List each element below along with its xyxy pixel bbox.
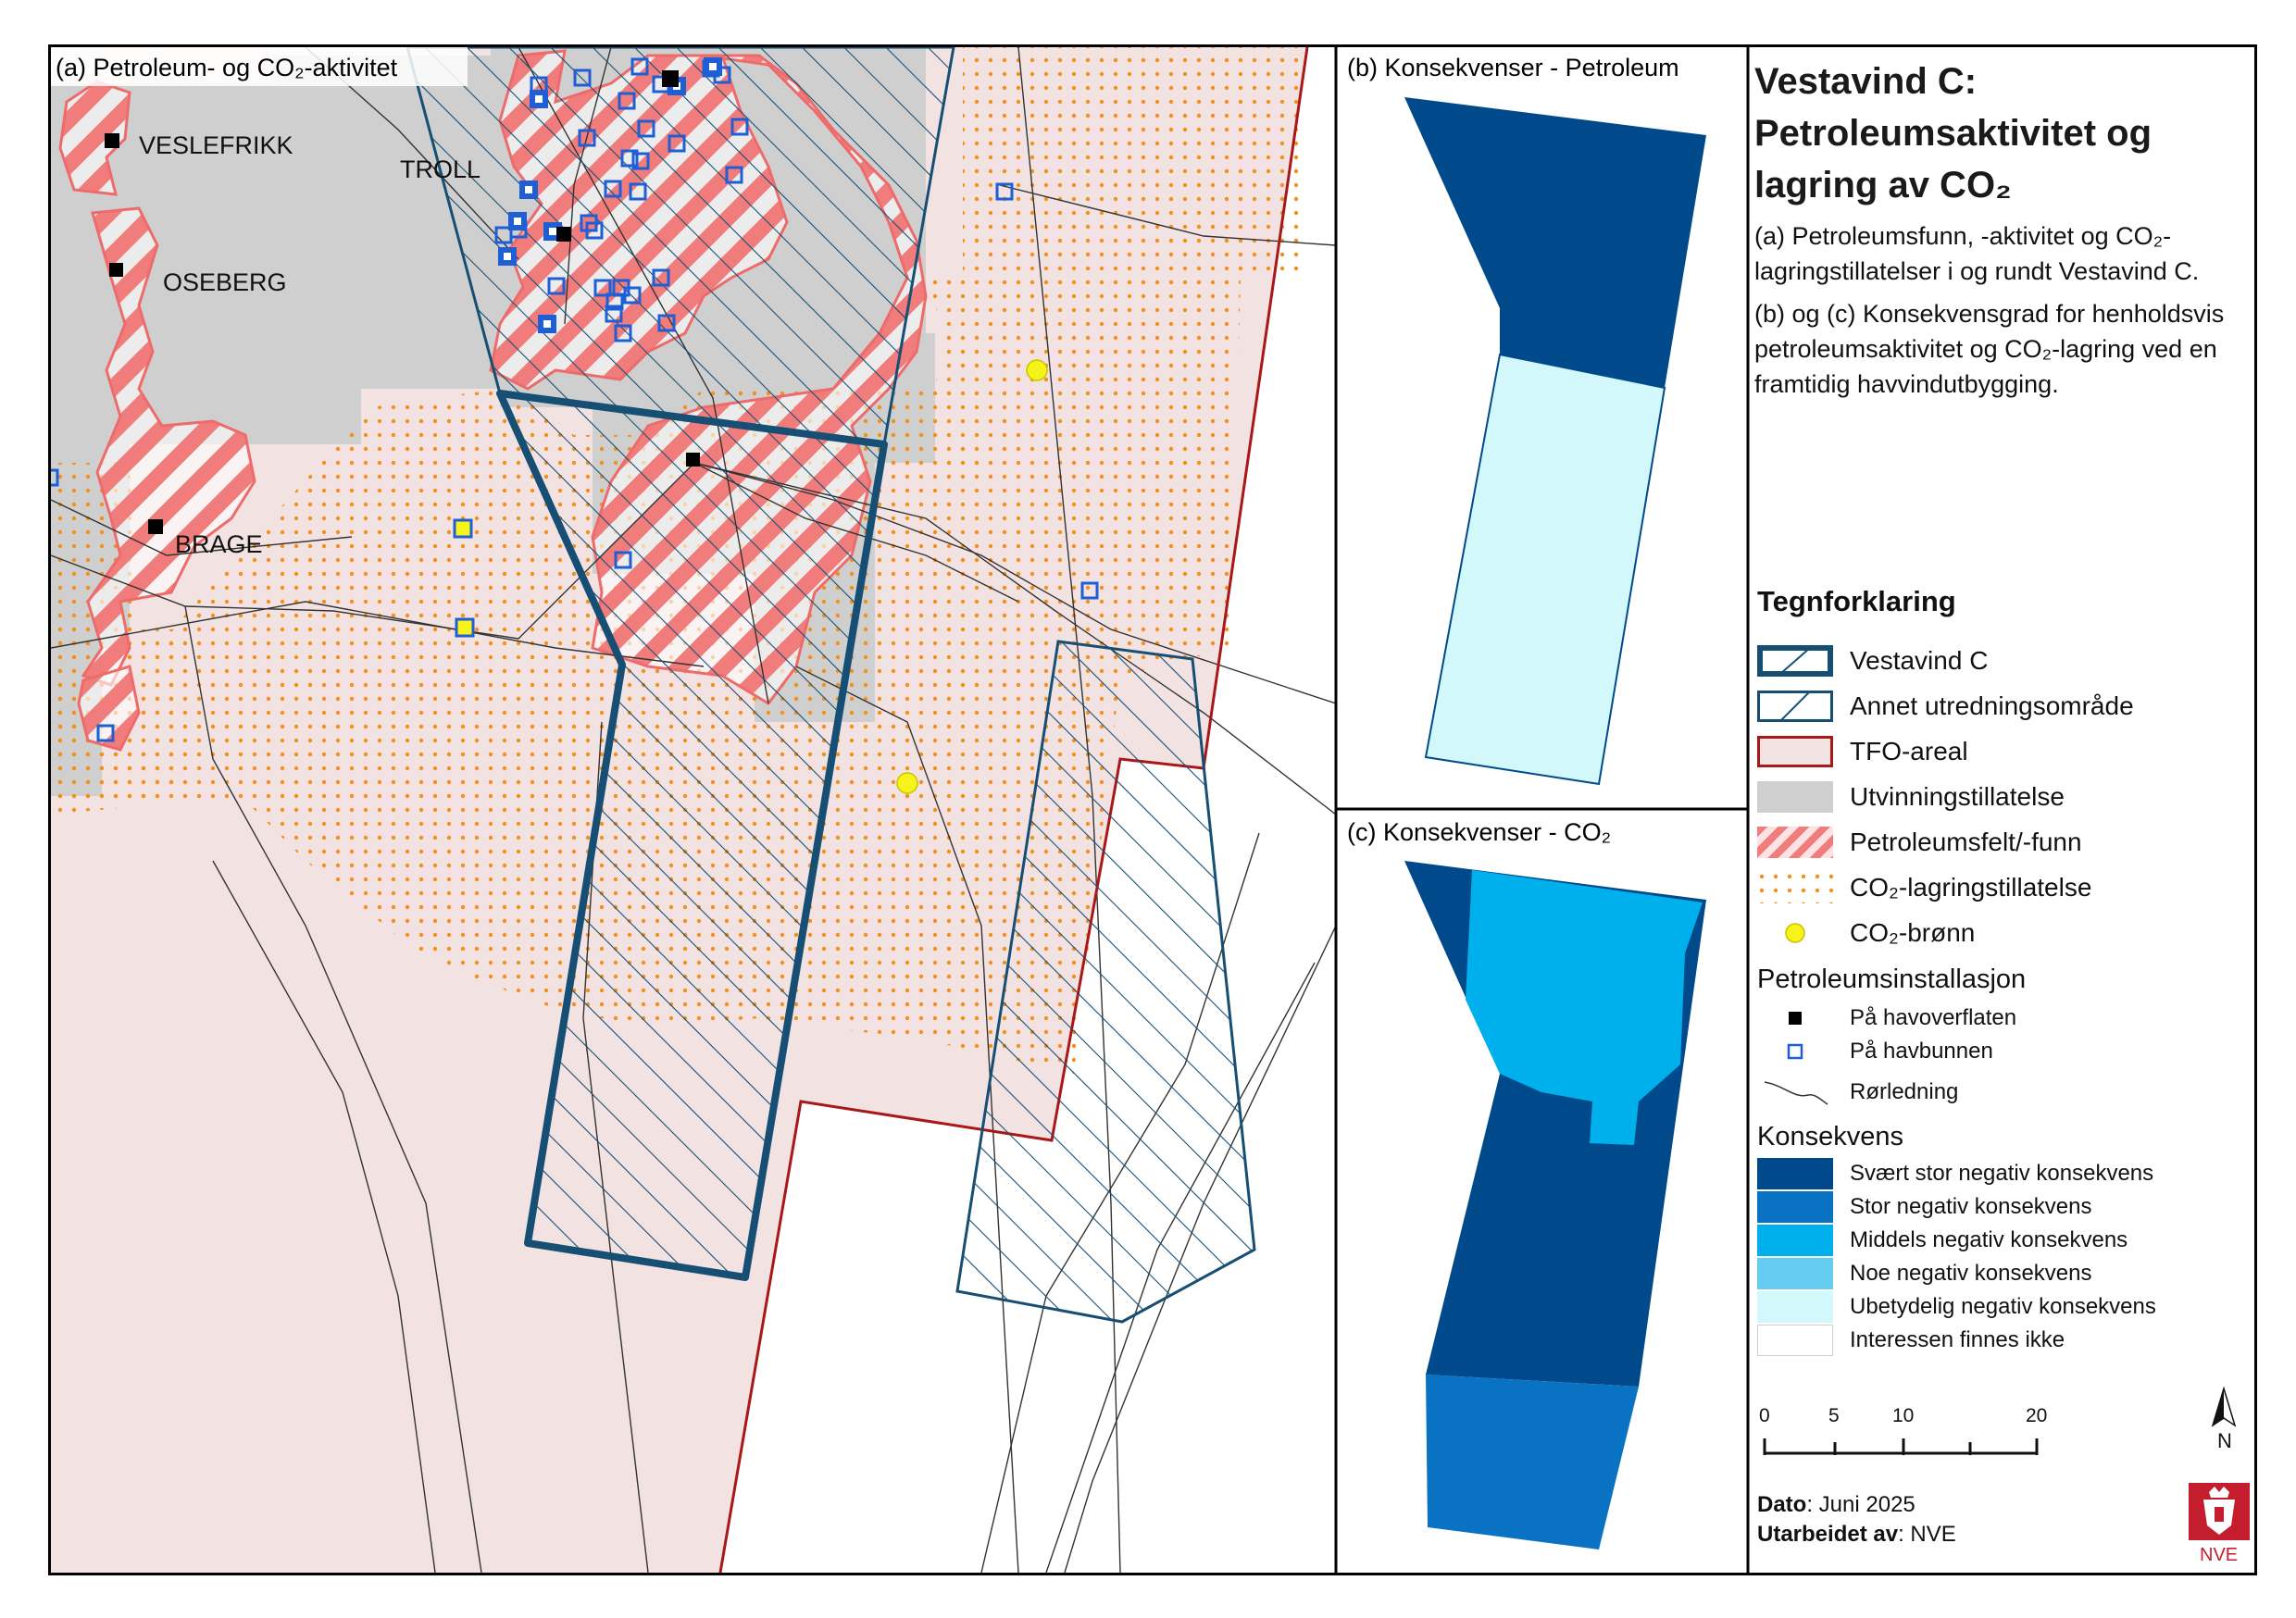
label-troll: TROLL <box>400 156 480 183</box>
map-panel-b: (b) Konsekvenser - Petroleum <box>1347 54 1706 786</box>
legend-label-co2bronn: CO₂-brønn <box>1850 918 1976 947</box>
troll-platform-b <box>556 227 571 242</box>
label-brage: BRAGE <box>175 530 263 558</box>
co2lagring-symbol-icon <box>1757 872 1833 903</box>
map-panel-c: (c) Konsekvenser - CO₂ <box>1347 818 1706 1550</box>
legend-item-co2lagring: CO₂-lagringstillatelse <box>1757 871 2091 904</box>
legend-item-petroleum: Petroleumsfelt/-funn <box>1757 826 2082 859</box>
utvinning-symbol-icon <box>1757 781 1833 813</box>
konsekvens-swatch <box>1757 1325 1833 1356</box>
legend-item-tfo: TFO-areal <box>1757 735 1968 768</box>
vestavind-symbol-icon <box>1757 645 1833 677</box>
petroleum-consequence-negligible <box>1424 353 1666 786</box>
panel-a-label: (a) Petroleum- og CO₂-aktivitet <box>56 54 398 81</box>
troll-platform-c <box>686 453 700 467</box>
legend-label-surface: På havoverflaten <box>1850 1005 2017 1030</box>
meta-date-label: Dato <box>1757 1492 1807 1517</box>
legend-label-annet: Annet utredningsområde <box>1850 691 2134 720</box>
legend-item-vestavind: Vestavind C <box>1757 644 1988 678</box>
scale-tick-20: 20 km <box>2026 1405 2053 1426</box>
meta-author: Utarbeidet av: NVE <box>1757 1522 1956 1548</box>
legend-label-konsekvens-3: Middels negativ konsekvens <box>1850 1227 2128 1252</box>
north-arrow-label: N <box>2217 1429 2232 1451</box>
legend-label-konsekvens-4: Noe negativ konsekvens <box>1850 1261 2092 1286</box>
legend-title: Tegnforklaring <box>1757 585 1956 617</box>
konsekvens-swatch <box>1757 1158 1833 1189</box>
troll-platform-a <box>662 70 679 87</box>
legend-item-konsekvens-6: Interessen finnes ikke <box>1757 1324 2065 1357</box>
description-a: (a) Petroleumsfunn, -aktivitet og CO₂-la… <box>1754 222 2200 285</box>
legend-item-konsekvens-1: Svært stor negativ konsekvens <box>1757 1157 2153 1190</box>
konsekvens-swatch <box>1757 1291 1833 1323</box>
legend-label-utvinning: Utvinningstillatelse <box>1850 782 2065 811</box>
legend-item-annet: Annet utredningsområde <box>1757 690 2134 723</box>
legend-label-konsekvens-5: Ubetydelig negativ konsekvens <box>1850 1294 2156 1319</box>
legend-konsekvens-heading: Konsekvens <box>1757 1122 1903 1151</box>
label-oseberg: OSEBERG <box>163 268 287 296</box>
legend-label-petroleum: Petroleumsfelt/-funn <box>1850 828 2082 856</box>
nve-logo-icon: NVE <box>2189 1483 2250 1565</box>
co2bronn-symbol-icon <box>1785 923 1805 943</box>
konsekvens-swatch <box>1757 1258 1833 1289</box>
co2-consequence-high <box>1426 1375 1639 1550</box>
veslefrikk-platform <box>105 133 119 148</box>
title-line-3: lagring av CO₂ <box>1754 165 2012 205</box>
legend-installasjon-heading: Petroleumsinstallasjon <box>1757 965 2027 994</box>
scale-tick-0: 0 <box>1759 1405 1770 1426</box>
legend-label-konsekvens-2: Stor negativ konsekvens <box>1850 1194 2092 1219</box>
pipeline-line-icon <box>1764 1081 1828 1105</box>
title-line-2: Petroleumsaktivitet og <box>1754 113 2152 154</box>
scale-tick-10: 10 <box>1892 1405 1914 1426</box>
brage-platform <box>148 519 163 534</box>
meta-author-value: : NVE <box>1898 1522 1956 1547</box>
scale-tick-5: 5 <box>1828 1405 1840 1426</box>
legend-item-konsekvens-5: Ubetydelig negativ konsekvens <box>1757 1290 2156 1324</box>
legend-label-pipeline: Rørledning <box>1850 1079 1959 1104</box>
legend-item-pipeline: Rørledning <box>1757 1076 1958 1109</box>
legend-label-konsekvens-6: Interessen finnes ikke <box>1850 1327 2065 1352</box>
nve-logo-text: NVE <box>2200 1545 2238 1565</box>
meta-date-value: : Juni 2025 <box>1806 1492 1915 1517</box>
legend-item-seabed: På havbunnen <box>1757 1035 1993 1068</box>
map-title: Vestavind C: Petroleumsaktivitet og lagr… <box>1754 56 2254 211</box>
label-veslefrikk: VESLEFRIKK <box>139 131 293 159</box>
konsekvens-swatch <box>1757 1191 1833 1223</box>
legend-item-co2bronn: CO₂-brønn <box>1757 916 1975 950</box>
black-square-icon <box>1789 1012 1802 1025</box>
legend-label-seabed: På havbunnen <box>1850 1039 1993 1064</box>
panel-c-label: (c) Konsekvenser - CO₂ <box>1347 818 1611 846</box>
oseberg-platform <box>109 263 123 277</box>
legend-label-vestavind: Vestavind C <box>1850 646 1989 675</box>
meta-author-label: Utarbeidet av <box>1757 1522 1899 1547</box>
tfo-symbol-icon <box>1757 736 1833 767</box>
scale-bar: 0 5 10 20 km <box>1759 1405 2053 1455</box>
map-panel-a: VESLEFRIKK OSEBERG BRAGE TROLL (a) Petro… <box>51 47 1336 1573</box>
title-line-1: Vestavind C: <box>1754 61 1978 102</box>
petroleum-symbol-icon <box>1757 827 1833 858</box>
description-bc: (b) og (c) Konsekvensgrad for henholdsvi… <box>1754 300 2225 398</box>
legend-item-konsekvens-4: Noe negativ konsekvens <box>1757 1257 2092 1290</box>
legend-label-tfo: TFO-areal <box>1850 737 1968 765</box>
legend-item-konsekvens-3: Middels negativ konsekvens <box>1757 1224 2128 1257</box>
meta-date: Dato: Juni 2025 <box>1757 1492 1915 1518</box>
panel-b-label: (b) Konsekvenser - Petroleum <box>1347 54 1679 81</box>
legend-label-co2lagring: CO₂-lagringstillatelse <box>1850 873 2092 902</box>
petroleum-consequence-high <box>1404 97 1706 388</box>
legend-item-konsekvens-2: Stor negativ konsekvens <box>1757 1190 2091 1224</box>
legend-item-utvinning: Utvinningstillatelse <box>1757 780 2065 814</box>
konsekvens-swatch <box>1757 1225 1833 1256</box>
legend-label-konsekvens-1: Svært stor negativ konsekvens <box>1850 1161 2154 1186</box>
legend-item-surface: På havoverflaten <box>1757 1002 2016 1035</box>
north-arrow-icon: N <box>2211 1387 2237 1451</box>
annet-symbol-icon <box>1757 691 1833 722</box>
blue-outline-square-icon <box>1787 1043 1803 1060</box>
